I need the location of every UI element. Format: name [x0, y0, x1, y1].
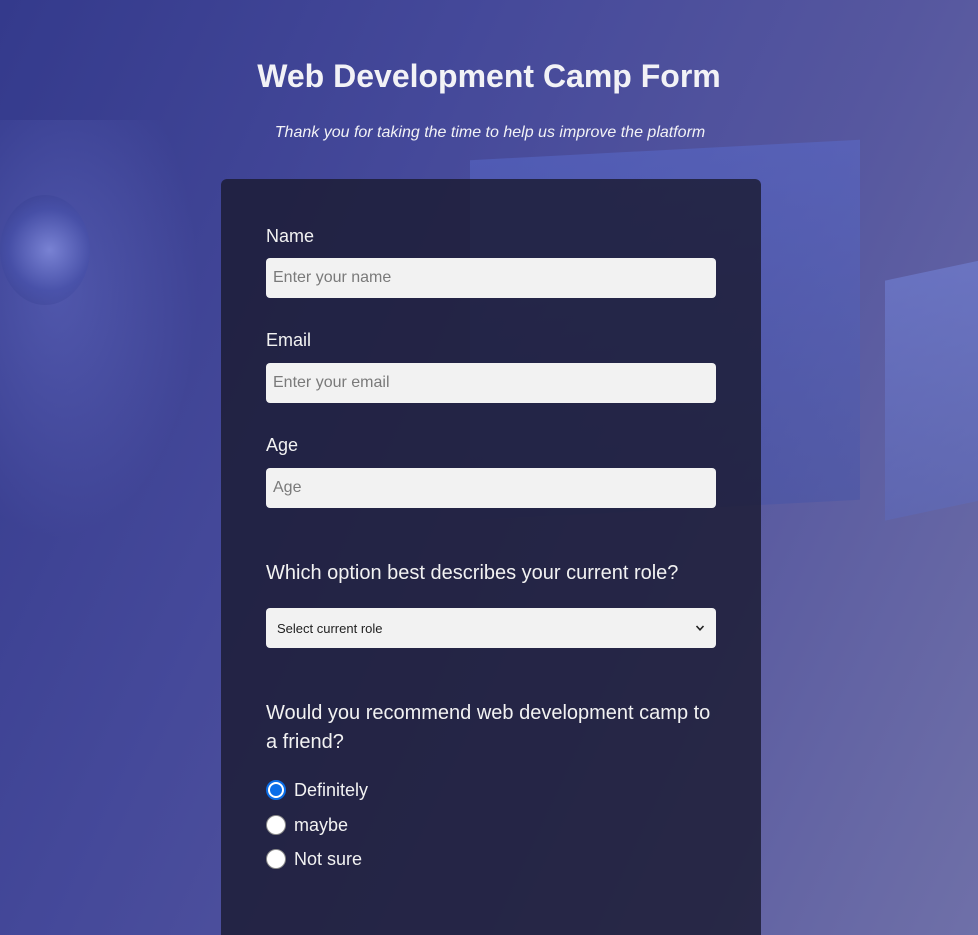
radio-label: maybe — [294, 814, 349, 835]
radio-button[interactable] — [266, 780, 286, 800]
email-label: Email — [266, 330, 312, 350]
radio-label: Definitely — [294, 779, 369, 800]
radio-button[interactable] — [266, 815, 286, 835]
age-input[interactable] — [266, 468, 716, 508]
radio-label: Not sure — [294, 848, 363, 869]
role-question: Which option best describes your current… — [266, 562, 679, 584]
name-input[interactable] — [266, 258, 716, 298]
name-label: Name — [266, 226, 315, 246]
background-monitor-secondary — [885, 259, 978, 521]
background-glow — [0, 120, 200, 540]
radio-option-not-sure[interactable]: Not sure — [266, 847, 362, 871]
page-subtitle: Thank you for taking the time to help us… — [274, 124, 706, 141]
age-label: Age — [266, 435, 299, 455]
radio-option-maybe[interactable]: maybe — [266, 813, 348, 837]
page-title: Web Development Camp Form — [257, 58, 721, 94]
email-input[interactable] — [266, 363, 716, 403]
survey-form: Name Email Age Which option best describ… — [221, 179, 761, 935]
role-select[interactable]: Select current role — [266, 608, 716, 648]
chevron-down-icon — [695, 625, 705, 631]
radio-option-definitely[interactable]: Definitely — [266, 778, 368, 802]
radio-button[interactable] — [266, 849, 286, 869]
recommend-question: Would you recommend web development camp… — [266, 702, 711, 753]
background-headphone — [0, 195, 90, 305]
role-select-value: Select current role — [277, 620, 383, 636]
